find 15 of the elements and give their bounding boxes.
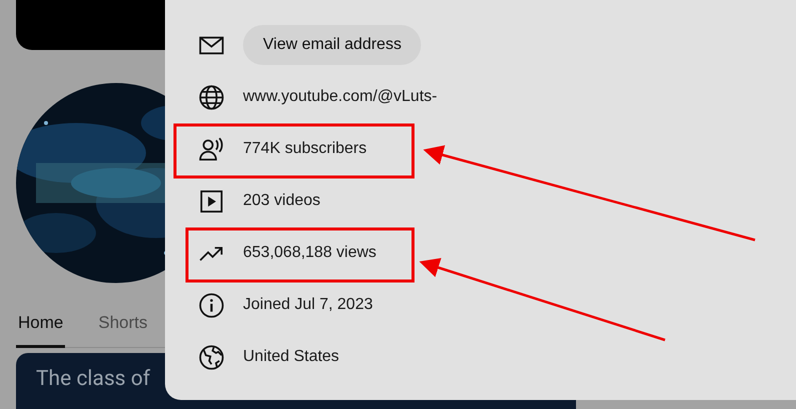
- globe-icon: [198, 84, 225, 110]
- detail-text: Joined Jul 7, 2023: [243, 296, 373, 314]
- detail-text: 653,068,188 views: [243, 244, 376, 262]
- earth-icon: [198, 344, 225, 370]
- view-email-button[interactable]: View email address: [243, 25, 422, 65]
- channel-tab[interactable]: Home: [16, 303, 66, 348]
- channel-tab[interactable]: Shorts: [96, 303, 150, 348]
- person-icon: [198, 136, 225, 162]
- detail-text[interactable]: www.youtube.com/@vLuts-: [243, 88, 438, 106]
- detail-text: United States: [243, 348, 340, 366]
- play-icon: [198, 188, 225, 214]
- info-icon: [198, 292, 225, 318]
- detail-text: 774K subscribers: [243, 140, 367, 158]
- video-title: The class of: [36, 367, 150, 391]
- detail-text: 203 videos: [243, 192, 320, 210]
